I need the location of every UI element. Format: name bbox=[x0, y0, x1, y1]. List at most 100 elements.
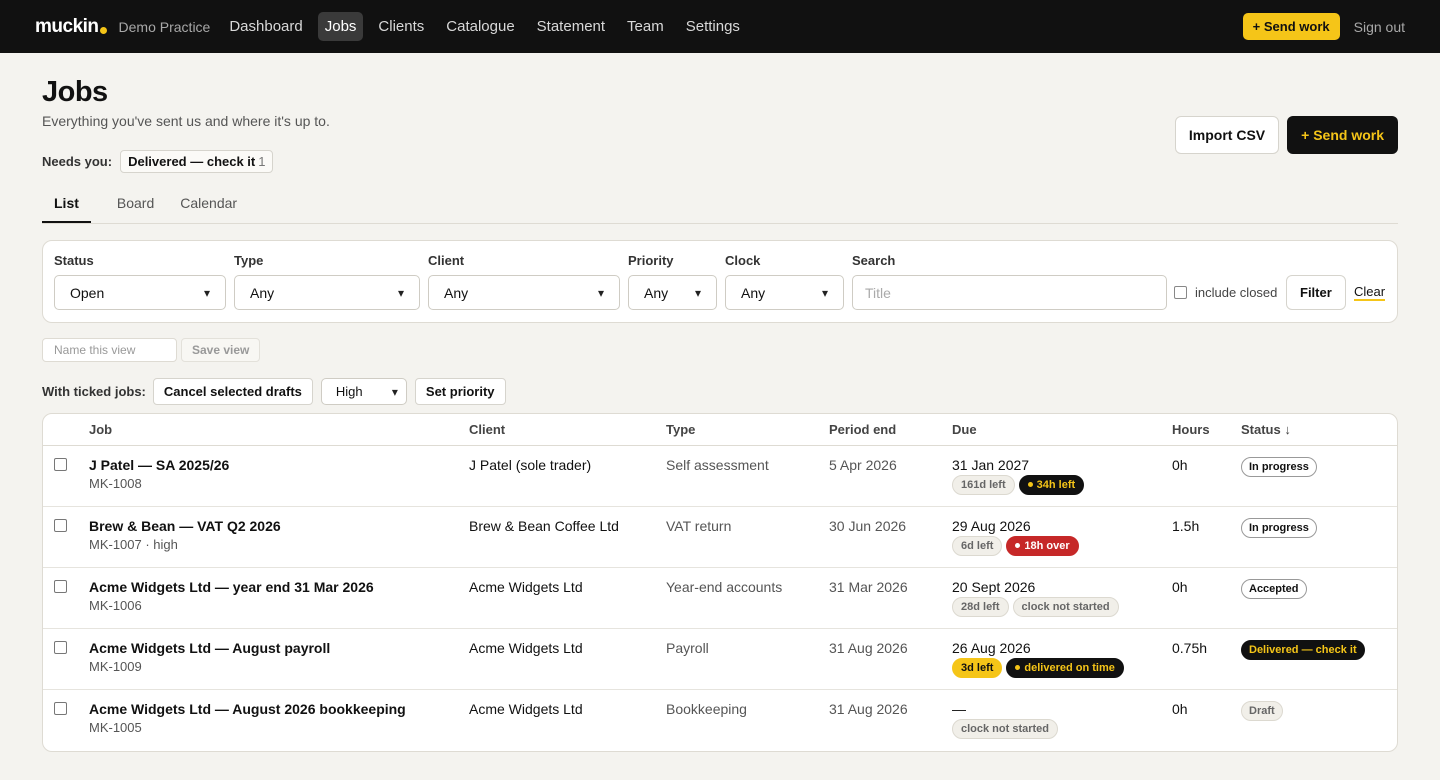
client-select[interactable]: Any ▾ bbox=[428, 275, 620, 310]
nav-team[interactable]: Team bbox=[620, 12, 671, 41]
needs-pill-count: 1 bbox=[258, 154, 266, 169]
clock-chip: clock not started bbox=[1012, 597, 1119, 617]
days-left-chip: 6d left bbox=[952, 536, 1003, 556]
nav-send-work-button[interactable]: + Send work bbox=[1242, 13, 1340, 40]
job-type: Payroll bbox=[666, 640, 709, 656]
status-filter-label: Status bbox=[54, 253, 94, 268]
type-select-value: Any bbox=[250, 284, 275, 301]
job-type: Year-end accounts bbox=[666, 579, 783, 595]
status-badge: Draft bbox=[1241, 701, 1283, 721]
col-due: Due bbox=[952, 422, 977, 437]
job-due-date: 29 Aug 2026 bbox=[952, 518, 1031, 534]
col-hours: Hours bbox=[1172, 422, 1210, 437]
bulk-priority-select[interactable]: High ▾ bbox=[320, 378, 407, 405]
job-client: J Patel (sole trader) bbox=[469, 457, 592, 473]
days-left-chip: 161d left bbox=[952, 475, 1015, 495]
bulk-actions-label: With ticked jobs: bbox=[42, 384, 146, 399]
send-work-button[interactable]: + Send work bbox=[1287, 116, 1398, 154]
status-badge: Delivered — check it bbox=[1241, 640, 1365, 660]
row-checkbox[interactable] bbox=[54, 641, 67, 654]
col-status-sort[interactable]: Status ↓ bbox=[1241, 422, 1291, 437]
clock-select-value: Any bbox=[741, 284, 766, 301]
table-row[interactable]: Acme Widgets Ltd — year end 31 Mar 2026 … bbox=[43, 568, 1397, 629]
chevron-down-icon: ▾ bbox=[694, 285, 701, 300]
import-csv-button[interactable]: Import CSV bbox=[1174, 116, 1280, 154]
table-row[interactable]: Acme Widgets Ltd — August payroll MK-100… bbox=[43, 629, 1397, 690]
table-row[interactable]: Acme Widgets Ltd — August 2026 bookkeepi… bbox=[43, 690, 1397, 751]
job-type: VAT return bbox=[666, 518, 732, 534]
save-view-button[interactable]: Save view bbox=[181, 338, 261, 362]
row-checkbox[interactable] bbox=[54, 702, 67, 715]
clear-link[interactable]: Clear bbox=[1354, 285, 1386, 301]
type-select[interactable]: Any ▾ bbox=[234, 275, 420, 310]
status-badge: In progress bbox=[1241, 518, 1317, 538]
job-period-end: 31 Aug 2026 bbox=[829, 640, 908, 656]
tab-list[interactable]: List bbox=[42, 195, 91, 223]
job-due-date: 20 Sept 2026 bbox=[952, 579, 1036, 595]
table-row[interactable]: J Patel — SA 2025/26 MK-1008 J Patel (so… bbox=[43, 446, 1397, 507]
nav-clients[interactable]: Clients bbox=[371, 12, 431, 41]
include-closed-label: include closed bbox=[1195, 285, 1278, 300]
job-title-link[interactable]: Acme Widgets Ltd — August 2026 bookkeepi… bbox=[89, 701, 406, 717]
clock-select[interactable]: Any ▾ bbox=[725, 275, 844, 310]
logo[interactable]: muckin bbox=[35, 16, 107, 38]
clock-chip-label: delivered on time bbox=[1024, 662, 1115, 674]
job-ref: MK-1005 bbox=[89, 720, 142, 735]
table-header: Job Client Type Period end Due Hours Sta… bbox=[43, 414, 1397, 446]
tab-board[interactable]: Board bbox=[117, 195, 154, 223]
table-row[interactable]: Brew & Bean — VAT Q2 2026 MK-1007 · high… bbox=[43, 507, 1397, 568]
sign-out-link[interactable]: Sign out bbox=[1354, 19, 1405, 35]
filter-button[interactable]: Filter bbox=[1286, 275, 1346, 310]
row-checkbox[interactable] bbox=[54, 580, 67, 593]
job-period-end: 5 Apr 2026 bbox=[829, 457, 897, 473]
job-hours: 0.75h bbox=[1172, 640, 1208, 656]
include-closed-toggle[interactable]: include closed bbox=[1174, 285, 1277, 300]
nav-jobs[interactable]: Jobs bbox=[317, 12, 364, 41]
job-title-link[interactable]: Acme Widgets Ltd — August payroll bbox=[89, 640, 330, 656]
include-closed-checkbox[interactable] bbox=[1174, 286, 1187, 299]
cancel-drafts-button[interactable]: Cancel selected drafts bbox=[152, 378, 313, 405]
job-title-link[interactable]: Acme Widgets Ltd — year end 31 Mar 2026 bbox=[89, 579, 374, 595]
col-job: Job bbox=[89, 422, 113, 437]
needs-you-pill[interactable]: Delivered — check it 1 bbox=[120, 150, 274, 173]
chevron-down-icon: ▾ bbox=[203, 285, 210, 300]
priority-select[interactable]: Any ▾ bbox=[628, 275, 717, 310]
filter-panel: Status Open ▾ Type Any ▾ Client Any ▾ Prior… bbox=[42, 240, 1398, 323]
clock-chip: clock not started bbox=[952, 719, 1059, 739]
job-client: Acme Widgets Ltd bbox=[469, 640, 583, 656]
search-input[interactable]: Title bbox=[852, 275, 1167, 310]
nav-settings[interactable]: Settings bbox=[679, 12, 747, 41]
job-hours: 1.5h bbox=[1172, 518, 1200, 534]
job-title-link[interactable]: J Patel — SA 2025/26 bbox=[89, 457, 229, 473]
row-checkbox[interactable] bbox=[54, 519, 67, 532]
job-ref: MK-1007 · high bbox=[89, 537, 178, 552]
job-period-end: 31 Mar 2026 bbox=[829, 579, 908, 595]
job-client: Acme Widgets Ltd bbox=[469, 701, 583, 717]
clock-filter-label: Clock bbox=[725, 253, 761, 268]
status-select[interactable]: Open ▾ bbox=[54, 275, 226, 310]
nav-catalogue[interactable]: Catalogue bbox=[439, 12, 521, 41]
row-checkbox[interactable] bbox=[54, 458, 67, 471]
chevron-down-icon: ▾ bbox=[397, 285, 404, 300]
job-client: Brew & Bean Coffee Ltd bbox=[469, 518, 619, 534]
nav-menu: Dashboard Jobs Clients Catalogue Stateme… bbox=[222, 12, 751, 41]
job-period-end: 30 Jun 2026 bbox=[829, 518, 907, 534]
view-name-input[interactable]: Name this view bbox=[42, 338, 177, 362]
job-title-link[interactable]: Brew & Bean — VAT Q2 2026 bbox=[89, 518, 281, 534]
chevron-down-icon: ▾ bbox=[391, 384, 398, 399]
chevron-down-icon: ▾ bbox=[597, 285, 604, 300]
nav-dashboard[interactable]: Dashboard bbox=[222, 12, 309, 41]
type-filter-label: Type bbox=[234, 253, 264, 268]
job-ref: MK-1008 bbox=[89, 476, 142, 491]
job-period-end: 31 Aug 2026 bbox=[829, 701, 908, 717]
nav-statement[interactable]: Statement bbox=[530, 12, 612, 41]
needs-pill-label: Delivered — check it bbox=[128, 154, 256, 169]
tab-calendar[interactable]: Calendar bbox=[180, 195, 237, 223]
bulk-actions: With ticked jobs: Cancel selected drafts… bbox=[42, 378, 1398, 405]
job-type: Self assessment bbox=[666, 457, 769, 473]
status-select-value: Open bbox=[70, 284, 105, 301]
job-hours: 0h bbox=[1172, 701, 1188, 717]
set-priority-button[interactable]: Set priority bbox=[414, 378, 506, 405]
view-tabs: List Board Calendar bbox=[42, 195, 1398, 224]
bulk-priority-value: High bbox=[335, 384, 363, 399]
